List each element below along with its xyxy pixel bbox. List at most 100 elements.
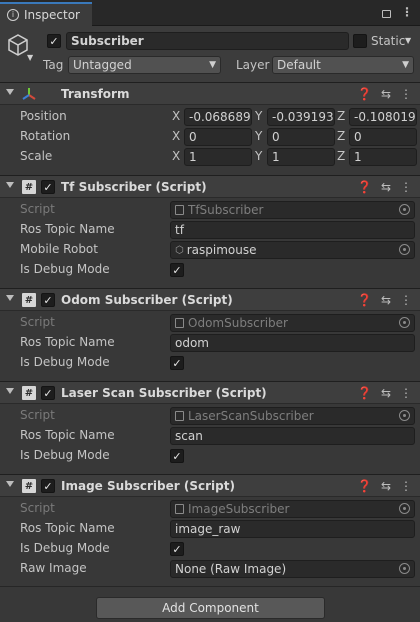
object-picker-icon: [399, 204, 410, 215]
kebab-menu-icon[interactable]: ⋮: [400, 87, 412, 101]
x-axis-label[interactable]: X: [172, 129, 180, 143]
chevron-down-icon[interactable]: ▼: [27, 53, 33, 62]
scale-y-input[interactable]: 1: [267, 148, 335, 166]
static-checkbox[interactable]: [353, 34, 367, 48]
mobile-robot-label: Mobile Robot: [20, 242, 98, 256]
active-checkbox[interactable]: ✓: [47, 34, 61, 48]
layer-dropdown[interactable]: Default ▼: [272, 56, 414, 74]
raw-image-row: Raw Image None (Raw Image): [0, 559, 420, 579]
object-picker-icon: [399, 317, 410, 328]
rotation-x-input[interactable]: 0: [184, 128, 252, 146]
help-icon[interactable]: ❓: [357, 386, 372, 400]
y-axis-label[interactable]: Y: [255, 109, 262, 123]
presets-sliders-icon[interactable]: ⇆: [381, 479, 391, 493]
script-value: OdomSubscriber: [188, 316, 288, 330]
z-axis-label[interactable]: Z: [337, 109, 345, 123]
topic-input[interactable]: tf: [170, 221, 415, 239]
raw-image-object-field[interactable]: None (Raw Image): [170, 560, 415, 578]
topic-input[interactable]: scan: [170, 427, 415, 445]
debug-checkbox[interactable]: ✓: [170, 449, 184, 463]
debug-row: Is Debug Mode ✓: [0, 446, 420, 466]
help-icon[interactable]: ❓: [357, 180, 372, 194]
script-row: Script ImageSubscriber: [0, 499, 420, 519]
component-enabled-checkbox[interactable]: ✓: [41, 180, 55, 194]
help-icon[interactable]: ❓: [357, 293, 372, 307]
topic-input[interactable]: image_raw: [170, 520, 415, 538]
lock-icon[interactable]: [382, 10, 391, 18]
kebab-menu-icon[interactable]: ⋮: [400, 293, 412, 307]
debug-label: Is Debug Mode: [20, 541, 110, 555]
debug-checkbox[interactable]: ✓: [170, 542, 184, 556]
position-label: Position: [20, 109, 67, 123]
laser-scan-subscriber-header[interactable]: # ✓ Laser Scan Subscriber (Script) ❓ ⇆ ⋮: [0, 381, 420, 404]
help-icon[interactable]: ❓: [357, 87, 372, 101]
transform-axes-icon: [22, 88, 36, 100]
presets-sliders-icon[interactable]: ⇆: [381, 386, 391, 400]
tag-dropdown[interactable]: Untagged ▼: [68, 56, 221, 74]
x-axis-label[interactable]: X: [172, 109, 180, 123]
object-picker-icon[interactable]: [399, 244, 410, 255]
position-y-input[interactable]: -0.039193: [267, 108, 335, 126]
debug-label: Is Debug Mode: [20, 448, 110, 462]
foldout-arrow-icon[interactable]: [6, 182, 14, 188]
script-row: Script OdomSubscriber: [0, 313, 420, 333]
object-picker-icon[interactable]: [399, 563, 410, 574]
position-x-input[interactable]: -0.068689: [184, 108, 252, 126]
topic-row: Ros Topic Name image_raw: [0, 519, 420, 539]
component-title: Tf Subscriber (Script): [61, 180, 207, 194]
topic-label: Ros Topic Name: [20, 222, 115, 236]
csharp-script-icon: #: [22, 180, 36, 194]
static-dropdown-icon[interactable]: ▼: [405, 36, 411, 45]
scale-z-input[interactable]: 1: [349, 148, 417, 166]
foldout-arrow-icon[interactable]: [6, 89, 14, 95]
z-axis-label[interactable]: Z: [337, 149, 345, 163]
tag-label: Tag: [43, 58, 64, 72]
kebab-menu-icon[interactable]: ⋮: [400, 386, 412, 400]
component-title: Odom Subscriber (Script): [61, 293, 233, 307]
tab-inspector-label: Inspector: [24, 8, 80, 22]
foldout-arrow-icon[interactable]: [6, 388, 14, 394]
y-axis-label[interactable]: Y: [255, 149, 262, 163]
component-enabled-checkbox[interactable]: ✓: [41, 386, 55, 400]
topic-row: Ros Topic Name scan: [0, 426, 420, 446]
rotation-z-input[interactable]: 0: [349, 128, 417, 146]
y-axis-label[interactable]: Y: [255, 129, 262, 143]
topic-row: Ros Topic Name odom: [0, 333, 420, 353]
image-subscriber-header[interactable]: # ✓ Image Subscriber (Script) ❓ ⇆ ⋮: [0, 474, 420, 497]
z-axis-label[interactable]: Z: [337, 129, 345, 143]
chevron-down-icon: ▼: [209, 60, 216, 70]
component-enabled-checkbox[interactable]: ✓: [41, 479, 55, 493]
static-label[interactable]: Static: [371, 34, 405, 48]
cube-icon: ⬡: [175, 244, 184, 256]
help-icon[interactable]: ❓: [357, 479, 372, 493]
component-title: Image Subscriber (Script): [61, 479, 235, 493]
x-axis-label[interactable]: X: [172, 149, 180, 163]
kebab-menu-icon[interactable]: ⋮: [401, 5, 413, 19]
presets-sliders-icon[interactable]: ⇆: [381, 293, 391, 307]
foldout-arrow-icon[interactable]: [6, 481, 14, 487]
scale-x-input[interactable]: 1: [184, 148, 252, 166]
script-row: Script LaserScanSubscriber: [0, 406, 420, 426]
debug-checkbox[interactable]: ✓: [170, 356, 184, 370]
gameobject-name-input[interactable]: Subscriber: [66, 32, 349, 50]
position-z-input[interactable]: -0.1080190: [349, 108, 417, 126]
presets-sliders-icon[interactable]: ⇆: [381, 87, 391, 101]
add-component-button[interactable]: Add Component: [96, 597, 325, 619]
rotation-y-input[interactable]: 0: [267, 128, 335, 146]
position-row: Position X -0.068689 Y -0.039193 Z -0.10801…: [0, 107, 420, 127]
transform-header[interactable]: Transform ❓ ⇆ ⋮: [0, 82, 420, 105]
debug-row: Is Debug Mode ✓: [0, 539, 420, 559]
csharp-script-icon: #: [22, 386, 36, 400]
mobile-robot-object-field[interactable]: ⬡ raspimouse: [170, 241, 415, 259]
kebab-menu-icon[interactable]: ⋮: [400, 180, 412, 194]
component-enabled-checkbox[interactable]: ✓: [41, 293, 55, 307]
tab-inspector[interactable]: i Inspector: [0, 2, 92, 26]
tf-subscriber-header[interactable]: # ✓ Tf Subscriber (Script) ❓ ⇆ ⋮: [0, 175, 420, 198]
kebab-menu-icon[interactable]: ⋮: [400, 479, 412, 493]
odom-subscriber-header[interactable]: # ✓ Odom Subscriber (Script) ❓ ⇆ ⋮: [0, 288, 420, 311]
foldout-arrow-icon[interactable]: [6, 295, 14, 301]
debug-checkbox[interactable]: ✓: [170, 263, 184, 277]
topic-row: Ros Topic Name tf: [0, 220, 420, 240]
topic-input[interactable]: odom: [170, 334, 415, 352]
presets-sliders-icon[interactable]: ⇆: [381, 180, 391, 194]
